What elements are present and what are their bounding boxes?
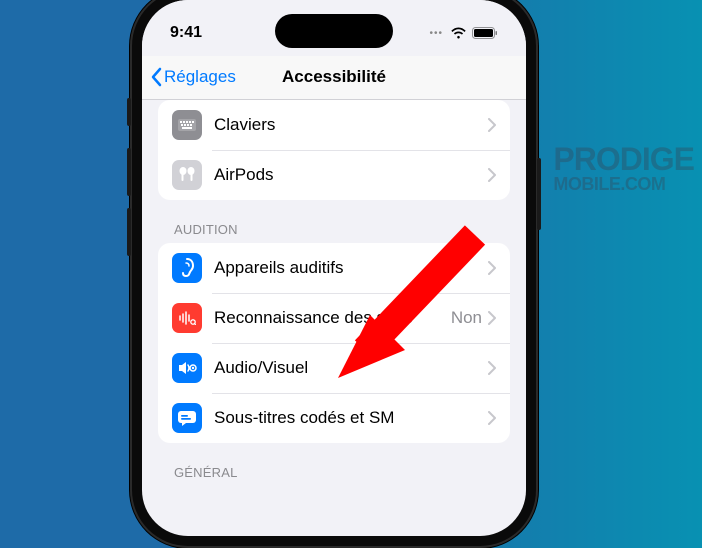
chevron-right-icon <box>488 311 496 325</box>
section-header-audition: AUDITION <box>142 200 526 243</box>
ear-icon <box>172 253 202 283</box>
airpods-icon <box>172 160 202 190</box>
row-label: Claviers <box>214 115 488 135</box>
row-label: Appareils auditifs <box>214 258 488 278</box>
back-label: Réglages <box>164 67 236 87</box>
chevron-left-icon <box>150 67 162 87</box>
power-button <box>537 158 541 230</box>
volume-down-button <box>127 208 131 256</box>
dynamic-island <box>275 14 393 48</box>
settings-group-audition: Appareils auditifs Reconnaissance des so… <box>158 243 510 443</box>
chevron-right-icon <box>488 411 496 425</box>
row-appareils-auditifs[interactable]: Appareils auditifs <box>158 243 510 293</box>
battery-icon <box>472 27 498 39</box>
row-value: Non <box>451 308 482 328</box>
side-button <box>127 98 131 126</box>
back-button[interactable]: Réglages <box>142 67 236 87</box>
phone-frame: 9:41 ••• Réglages Accessibilité Clavier <box>130 0 538 548</box>
volume-up-button <box>127 148 131 196</box>
chevron-right-icon <box>488 261 496 275</box>
row-airpods[interactable]: AirPods <box>158 150 510 200</box>
captions-icon <box>172 403 202 433</box>
chevron-right-icon <box>488 361 496 375</box>
row-label: AirPods <box>214 165 488 185</box>
page-title: Accessibilité <box>282 67 386 87</box>
audiovisual-icon <box>172 353 202 383</box>
waveform-icon <box>172 303 202 333</box>
settings-group-top: Claviers AirPods <box>158 100 510 200</box>
chevron-right-icon <box>488 168 496 182</box>
row-label: Audio/Visuel <box>214 358 488 378</box>
keyboard-icon <box>172 110 202 140</box>
row-audio-visuel[interactable]: Audio/Visuel <box>158 343 510 393</box>
watermark: PRODIGE MOBILE.COM <box>553 145 694 195</box>
settings-content: Claviers AirPods AUDITION Appa <box>142 100 526 486</box>
row-sous-titres[interactable]: Sous-titres codés et SM <box>158 393 510 443</box>
section-header-general: GÉNÉRAL <box>142 443 526 486</box>
row-reconnaissance-sons[interactable]: Reconnaissance des sons Non <box>158 293 510 343</box>
wifi-icon <box>450 27 467 39</box>
row-label: Sous-titres codés et SM <box>214 408 488 428</box>
nav-bar: Réglages Accessibilité <box>142 56 526 100</box>
watermark-line1: PRODIGE <box>553 145 694 174</box>
more-icon: ••• <box>429 28 443 39</box>
status-icons: ••• <box>429 27 498 39</box>
screen: 9:41 ••• Réglages Accessibilité Clavier <box>142 0 526 536</box>
row-claviers[interactable]: Claviers <box>158 100 510 150</box>
watermark-line2: MOBILE.COM <box>553 174 694 195</box>
status-time: 9:41 <box>170 24 202 42</box>
row-label: Reconnaissance des sons <box>214 308 451 328</box>
chevron-right-icon <box>488 118 496 132</box>
